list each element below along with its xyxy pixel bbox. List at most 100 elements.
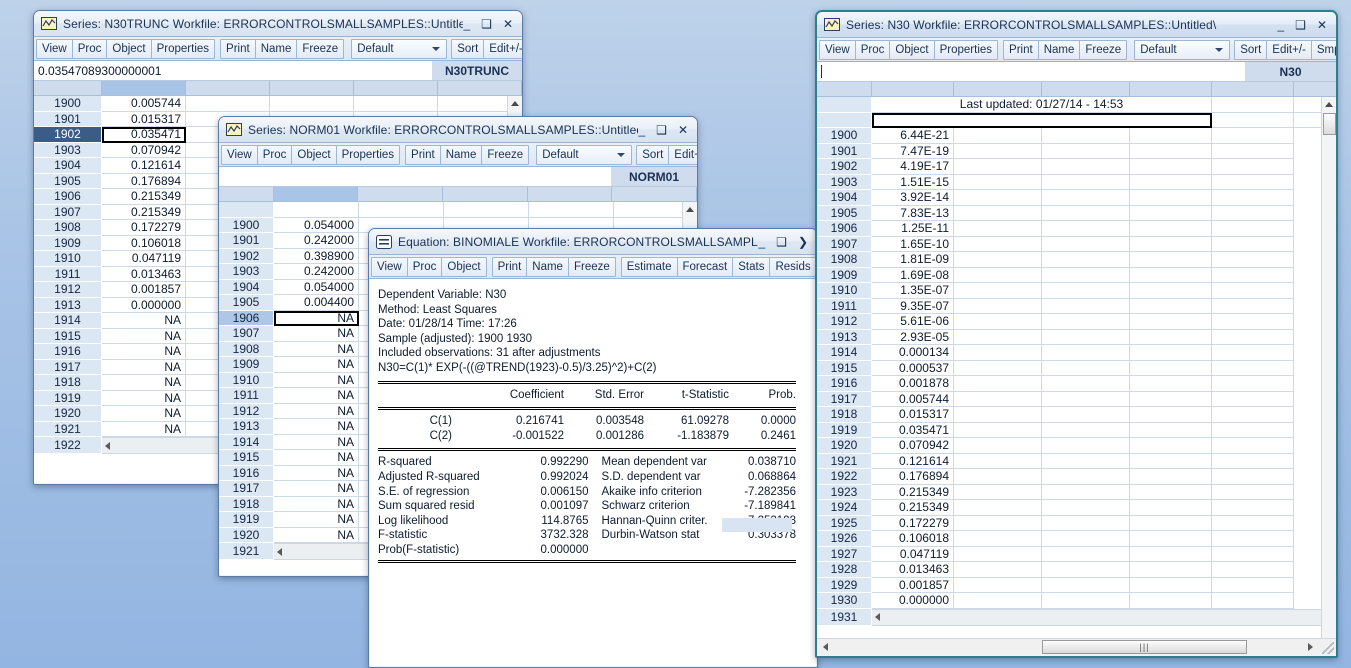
empty-cell[interactable] [1212, 562, 1294, 578]
data-cell[interactable]: 0.047119 [102, 251, 186, 267]
row-header[interactable]: 1904 [219, 279, 274, 295]
table-row[interactable]: 1918 0.015317 [817, 407, 1336, 423]
row-header[interactable]: 1930 [817, 593, 872, 609]
empty-cell[interactable] [954, 128, 1042, 144]
empty-cell[interactable] [1130, 407, 1212, 423]
empty-cell[interactable] [1130, 422, 1212, 438]
view-mode-dropdown[interactable]: Default [536, 144, 633, 165]
table-row[interactable]: 1925 0.172279 [817, 515, 1336, 531]
data-cell[interactable]: NA [274, 450, 359, 466]
view-mode-dropdown[interactable]: Default [1134, 39, 1231, 60]
data-cell[interactable]: NA [102, 406, 186, 422]
empty-cell[interactable] [1130, 345, 1212, 361]
row-header[interactable]: 1902 [219, 248, 274, 264]
empty-cell[interactable] [1130, 562, 1212, 578]
empty-cell[interactable] [1130, 531, 1212, 547]
table-row[interactable]: 1926 0.106018 [817, 531, 1336, 547]
table-row[interactable]: 1905 7.83E-13 [817, 205, 1336, 221]
data-cell[interactable]: NA [102, 390, 186, 406]
empty-cell[interactable] [1212, 500, 1294, 516]
data-cell[interactable]: 0.054000 [274, 279, 359, 295]
formula-bar-n30trunc[interactable]: 0.03547089300000001 N30TRUNC [34, 61, 522, 81]
toolbar-button-name[interactable]: Name [439, 144, 483, 165]
toolbar-button-edit[interactable]: Edit+/- [483, 38, 522, 59]
row-header[interactable]: 1915 [219, 450, 274, 466]
empty-cell[interactable] [1130, 190, 1212, 206]
empty-cell[interactable] [954, 484, 1042, 500]
window-controls[interactable]: _ ❑ ✕ [463, 18, 520, 30]
empty-cell[interactable] [1042, 391, 1130, 407]
col-header-empty-4[interactable] [1212, 82, 1294, 96]
empty-cell[interactable] [954, 531, 1042, 547]
empty-cell[interactable] [1130, 205, 1212, 221]
toolbar-button-freeze[interactable]: Freeze [1079, 39, 1128, 60]
empty-cell[interactable] [186, 96, 270, 112]
col-header-empty-1[interactable] [186, 81, 270, 95]
data-cell[interactable]: 2.93E-05 [872, 329, 954, 345]
minimize-button[interactable]: _ [463, 18, 470, 30]
col-header-empty-4[interactable] [612, 187, 697, 201]
empty-cell[interactable] [1212, 283, 1294, 299]
empty-cell[interactable] [1212, 314, 1294, 330]
row-header[interactable]: 1913 [817, 329, 872, 345]
empty-cell[interactable] [1212, 267, 1294, 283]
data-cell[interactable]: NA [274, 388, 359, 404]
table-row[interactable]: 1920 0.070942 [817, 438, 1336, 454]
data-cell[interactable]: 5.61E-06 [872, 314, 954, 330]
maximize-button[interactable]: ❑ [481, 18, 492, 30]
titlebar-equation[interactable]: Equation: BINOMIALE Workfile: ERRORCONTR… [369, 229, 817, 255]
empty-cell[interactable] [1212, 438, 1294, 454]
row-header[interactable]: 1917 [34, 359, 102, 375]
row-header[interactable]: 1917 [817, 391, 872, 407]
empty-cell[interactable] [954, 422, 1042, 438]
empty-cell[interactable] [1130, 438, 1212, 454]
empty-cell[interactable] [954, 267, 1042, 283]
toolbar-button-print[interactable]: Print [491, 256, 528, 277]
empty-cell[interactable] [954, 159, 1042, 175]
empty-cell[interactable] [1042, 438, 1130, 454]
data-cell[interactable]: 0.121614 [102, 158, 186, 174]
empty-cell[interactable] [954, 298, 1042, 314]
empty-cell[interactable] [1042, 562, 1130, 578]
toolbar-button-sort[interactable]: Sort [1234, 39, 1268, 60]
toolbar-button-estimate[interactable]: Estimate [620, 256, 678, 277]
row-header[interactable]: 1923 [817, 484, 872, 500]
table-row[interactable]: 1921 0.121614 [817, 453, 1336, 469]
data-cell[interactable]: NA [274, 481, 359, 497]
current-cell-row[interactable] [817, 112, 1336, 128]
row-header[interactable]: 1921 [817, 453, 872, 469]
close-button[interactable]: ✕ [1317, 19, 1327, 31]
empty-cell[interactable] [1130, 159, 1212, 175]
row-header[interactable]: 1915 [817, 360, 872, 376]
empty-cell[interactable] [954, 329, 1042, 345]
toolbar-button-view[interactable]: View [371, 256, 408, 277]
data-cell[interactable]: NA [102, 421, 186, 437]
toolbar-button-print[interactable]: Print [405, 144, 441, 165]
toolbar-button-object[interactable]: Object [106, 38, 152, 59]
empty-cell[interactable] [1130, 593, 1212, 609]
empty-cell[interactable] [1042, 484, 1130, 500]
toolbar-button-proc[interactable]: Proc [256, 144, 293, 165]
row-header[interactable]: 1911 [34, 266, 102, 282]
row-header[interactable]: 1912 [34, 282, 102, 298]
scroll-right-arrow-icon[interactable] [1302, 643, 1318, 651]
toolbar-button-properties[interactable]: Properties [933, 39, 999, 60]
data-cell[interactable]: 0.004400 [274, 295, 359, 311]
empty-cell[interactable] [954, 221, 1042, 237]
empty-cell[interactable] [1042, 314, 1130, 330]
row-header[interactable]: 1904 [34, 158, 102, 174]
empty-cell[interactable] [954, 252, 1042, 268]
data-cell[interactable]: 0.005744 [102, 96, 186, 112]
data-cell[interactable]: NA [102, 359, 186, 375]
table-row[interactable]: 1915 0.000537 [817, 360, 1336, 376]
col-header-empty-4[interactable] [438, 81, 522, 95]
toolbar-button-name[interactable]: Name [1037, 39, 1081, 60]
toolbar-button-print[interactable]: Print [1003, 39, 1039, 60]
table-row[interactable]: 1906 1.25E-11 [817, 221, 1336, 237]
window-equation-binomiale[interactable]: Equation: BINOMIALE Workfile: ERRORCONTR… [368, 228, 818, 668]
empty-cell[interactable] [1130, 329, 1212, 345]
formula-value[interactable]: 0.03547089300000001 [34, 61, 432, 80]
empty-cell[interactable] [1130, 500, 1212, 516]
data-cell[interactable]: 0.070942 [102, 142, 186, 158]
window-series-n30[interactable]: Series: N30 Workfile: ERRORCONTROLSMALLS… [815, 10, 1338, 658]
